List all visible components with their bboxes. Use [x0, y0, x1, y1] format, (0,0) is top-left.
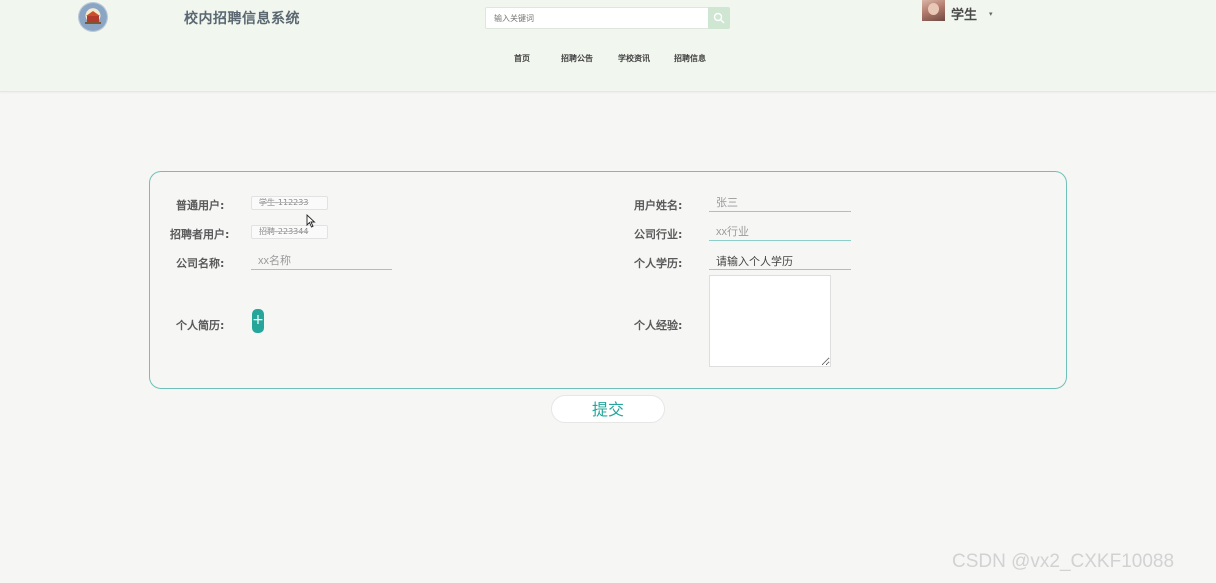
education-label: 个人学历:: [634, 257, 683, 270]
industry-input[interactable]: [709, 224, 851, 241]
watermark: CSDN @vx2_CXKF10088: [952, 551, 1175, 572]
mouse-cursor-icon: [306, 214, 316, 228]
recruiter-user-label: 招聘者用户:: [170, 228, 230, 241]
company-name-input[interactable]: [251, 253, 392, 270]
chevron-down-icon[interactable]: ▾: [989, 10, 993, 18]
user-name-input[interactable]: [709, 195, 851, 212]
search-button[interactable]: [708, 7, 730, 29]
top-header: 校内招聘信息系统 首页 招聘公告 学校资讯 招聘信息 学生 ▾: [0, 0, 1216, 92]
nav-recruitment-announcements[interactable]: 招聘公告: [561, 53, 593, 64]
user-name-label: 用户姓名:: [634, 199, 683, 212]
nav-school-news[interactable]: 学校资讯: [618, 53, 650, 64]
user-name[interactable]: 学生: [951, 4, 977, 23]
normal-user-label: 普通用户:: [176, 199, 225, 212]
resume-label: 个人简历:: [176, 319, 225, 332]
experience-label: 个人经验:: [634, 319, 683, 332]
upload-resume-button[interactable]: +: [252, 309, 264, 333]
search-input[interactable]: [485, 7, 709, 29]
avatar[interactable]: [922, 0, 945, 21]
experience-textarea[interactable]: [709, 275, 831, 367]
education-input[interactable]: [709, 253, 851, 270]
industry-label: 公司行业:: [634, 228, 683, 241]
nav-recruitment-info[interactable]: 招聘信息: [674, 53, 706, 64]
recruiter-user-field: 招聘-223344: [251, 225, 328, 239]
company-name-label: 公司名称:: [176, 257, 225, 270]
site-title: 校内招聘信息系统: [184, 11, 300, 27]
submit-button[interactable]: 提交: [551, 395, 665, 423]
normal-user-field: 学生-112233: [251, 196, 328, 210]
site-logo[interactable]: [79, 3, 107, 31]
nav-home[interactable]: 首页: [514, 53, 530, 64]
search-icon: [713, 12, 725, 24]
